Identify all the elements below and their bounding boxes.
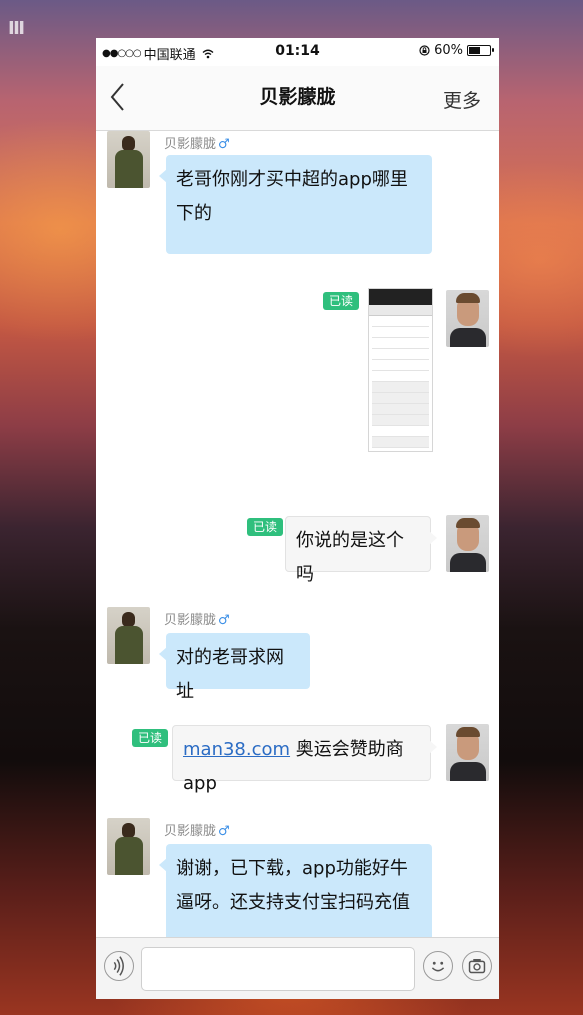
message-input[interactable]	[141, 947, 415, 991]
rotation-lock-icon	[419, 45, 430, 56]
male-icon: ♂	[218, 613, 230, 628]
status-right: 60%	[419, 43, 494, 58]
app-screenshot-image[interactable]	[368, 288, 433, 452]
battery-percent: 60%	[434, 43, 463, 58]
emoji-button[interactable]	[423, 951, 453, 981]
sender-name: 贝影朦胧 ♂	[164, 133, 230, 152]
outgoing-message-bubble[interactable]: man38.com 奥运会赞助商app	[172, 725, 437, 794]
voice-icon	[113, 956, 124, 976]
sender-name-text: 贝影朦胧	[164, 824, 217, 839]
battery-fill	[469, 47, 480, 54]
male-icon: ♂	[218, 137, 230, 152]
navigation-bar: 贝影朦胧 更多	[96, 66, 499, 131]
incoming-message-bubble[interactable]: 对的老哥求网址	[159, 633, 310, 702]
voice-button[interactable]	[104, 951, 134, 981]
more-button[interactable]: 更多	[443, 86, 481, 113]
sender-name: 贝影朦胧 ♂	[164, 820, 230, 839]
conversation-title: 贝影朦胧	[259, 86, 336, 108]
incoming-message-bubble[interactable]: 老哥你刚才买中超的app哪里下的	[159, 155, 432, 254]
outgoing-message-bubble[interactable]: 你说的是这个吗	[285, 516, 437, 585]
read-badge: 已读	[132, 729, 169, 747]
male-icon: ♂	[218, 824, 230, 839]
contact-avatar[interactable]	[107, 818, 150, 875]
url-link[interactable]: man38.com	[183, 739, 290, 760]
status-bar: ●●○○○ 中国联通 01:14 60%	[96, 38, 499, 66]
contact-avatar[interactable]	[107, 607, 150, 664]
chat-message-list[interactable]: 贝影朦胧 ♂ 老哥你刚才买中超的app哪里下的 已读 已读 你说的是这个吗 贝影朦…	[96, 131, 499, 943]
read-badge: 已读	[247, 518, 284, 536]
smiley-icon	[431, 961, 445, 972]
my-avatar[interactable]	[446, 515, 489, 572]
sender-name-text: 贝影朦胧	[164, 137, 217, 152]
background-watermark: Ⅲ	[8, 18, 27, 39]
my-avatar[interactable]	[446, 290, 489, 347]
sender-name: 贝影朦胧 ♂	[164, 609, 230, 628]
camera-button[interactable]	[462, 951, 492, 981]
contact-avatar[interactable]	[107, 131, 150, 188]
incoming-message-bubble[interactable]: 谢谢，已下载，app功能好牛逼呀。还支持支付宝扫码充值	[159, 844, 432, 943]
camera-icon	[468, 959, 486, 974]
battery-icon	[467, 45, 494, 56]
phone-screen: ●●○○○ 中国联通 01:14 60% 贝影朦胧 更多 贝影朦胧 ♂ 老哥你刚…	[96, 38, 499, 999]
input-bar	[96, 937, 499, 999]
read-badge: 已读	[323, 292, 360, 310]
my-avatar[interactable]	[446, 724, 489, 781]
sender-name-text: 贝影朦胧	[164, 613, 217, 628]
